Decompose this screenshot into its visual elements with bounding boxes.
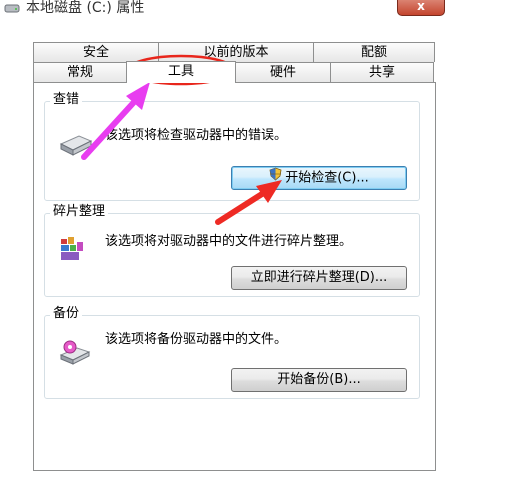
- close-button[interactable]: x: [397, 0, 445, 16]
- backup-title: 备份: [50, 306, 83, 322]
- tab-tools[interactable]: 工具: [126, 61, 236, 83]
- tab-general[interactable]: 常规: [33, 62, 127, 83]
- backup-icon: [59, 340, 91, 365]
- tab-hardware[interactable]: 硬件: [235, 62, 331, 83]
- tab-previous-versions[interactable]: 以前的版本: [158, 42, 314, 62]
- error-check-description: 该选项将检查驱动器中的错误。: [105, 128, 288, 143]
- drive-icon: [4, 4, 20, 13]
- title-bar: 本地磁盘 (C:) 属性 x: [0, 0, 517, 26]
- uac-shield-icon: [269, 167, 282, 189]
- start-check-button[interactable]: 开始检查(C)...: [231, 166, 407, 190]
- tab-quota[interactable]: 配额: [313, 42, 435, 62]
- defrag-description: 该选项将对驱动器中的文件进行碎片整理。: [105, 234, 353, 249]
- backup-description: 该选项将备份驱动器中的文件。: [105, 332, 288, 347]
- tab-security[interactable]: 安全: [33, 42, 159, 62]
- backup-group: 备份 该选项将备份驱动器中的文件。 开始备份(B)...: [44, 306, 420, 399]
- tools-panel: 查错 该选项将检查驱动器中的错误。 开始检查(C)... 碎片整理 该选项将对驱…: [33, 82, 436, 471]
- start-backup-button[interactable]: 开始备份(B)...: [231, 368, 407, 392]
- tab-row-front: 常规 工具 硬件 共享: [33, 61, 435, 83]
- start-check-label: 开始检查(C)...: [285, 170, 369, 186]
- defrag-title: 碎片整理: [50, 204, 109, 220]
- defrag-now-button[interactable]: 立即进行碎片整理(D)...: [231, 266, 407, 290]
- tab-sharing[interactable]: 共享: [330, 62, 434, 83]
- tab-row-back: 安全 以前的版本 配额: [33, 42, 435, 62]
- defrag-icon: [61, 237, 83, 260]
- defrag-group: 碎片整理 该选项将对驱动器中的文件进行碎片整理。 立即进行碎片整理(D)...: [44, 204, 420, 297]
- close-icon: x: [417, 0, 425, 13]
- error-check-group: 查错 该选项将检查驱动器中的错误。 开始检查(C)...: [44, 92, 420, 201]
- error-check-title: 查错: [50, 92, 83, 108]
- hard-drive-icon: [59, 135, 93, 156]
- window-title: 本地磁盘 (C:) 属性: [26, 0, 145, 16]
